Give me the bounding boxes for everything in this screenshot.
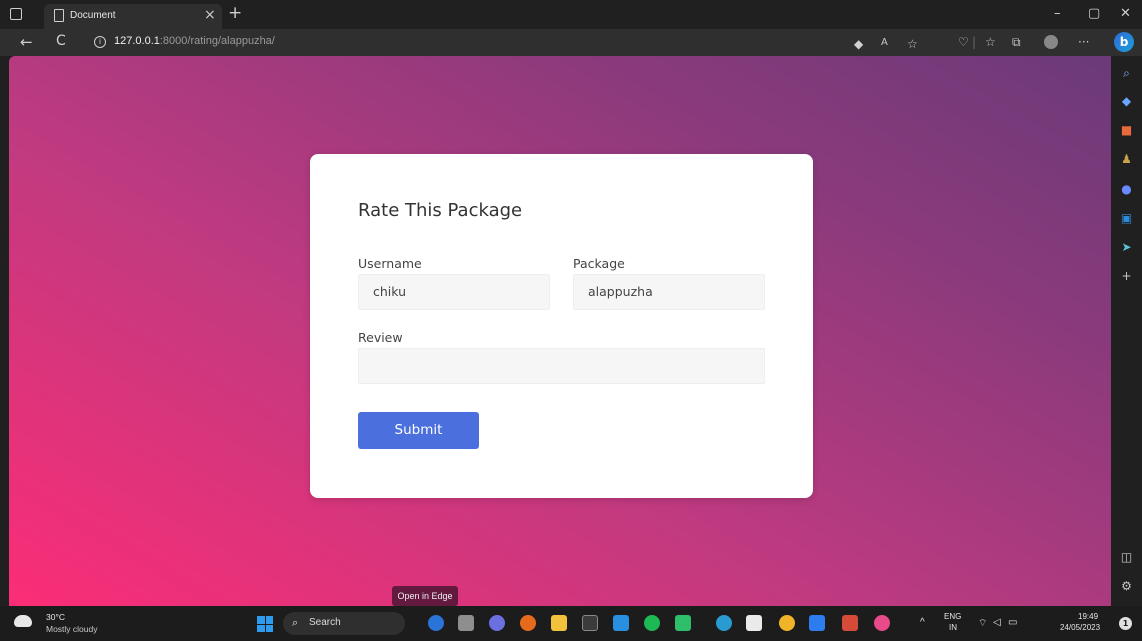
amazon-icon[interactable] (746, 615, 762, 631)
form-title: Rate This Package (358, 200, 523, 221)
rating-form-card: Rate This Package Username chiku Package… (310, 154, 813, 498)
close-window-button[interactable]: ✕ (1120, 6, 1131, 21)
chrome-icon[interactable] (779, 615, 795, 631)
start-button[interactable] (257, 616, 273, 632)
outlook-icon[interactable]: ▣ (1120, 212, 1133, 225)
package-label: Package (573, 256, 625, 271)
search-icon[interactable]: ⌕ (1120, 67, 1133, 80)
browser-title-bar: Document × + – ▢ ✕ (0, 0, 1142, 29)
browser-toolbar: ← C i 127.0.0.1:8000/rating/alappuzha/ ◆… (0, 29, 1142, 56)
new-tab-button[interactable]: + (228, 3, 242, 23)
profile-avatar[interactable] (1044, 35, 1058, 49)
submit-button[interactable]: Submit (358, 412, 479, 449)
copilot-icon[interactable]: ● (1120, 183, 1133, 196)
chrome-alt-icon[interactable] (874, 615, 890, 631)
review-field[interactable] (358, 348, 765, 384)
more-menu-icon[interactable]: ··· (1078, 35, 1089, 49)
refresh-button[interactable]: C (56, 33, 66, 49)
task-view-icon[interactable] (458, 615, 474, 631)
send-icon[interactable]: ➤ (1120, 241, 1133, 254)
windows-taskbar: 30°C Mostly cloudy ⌕ Search ^ ENG IN ⌔ ◁… (0, 606, 1142, 641)
page-icon (54, 9, 64, 22)
edge-sidebar: ⌕ ◆ ■ ♟ ● ▣ ➤ + ◫ ⚙ (1111, 56, 1142, 606)
powerpoint-icon[interactable] (842, 615, 858, 631)
taskbar-search-label: Search (309, 617, 341, 628)
review-label: Review (358, 330, 403, 345)
url-text: 127.0.0.1:8000/rating/alappuzha/ (114, 35, 275, 47)
battery-icon[interactable]: ▭ (1008, 617, 1017, 628)
edge-icon[interactable] (716, 615, 732, 631)
package-field[interactable]: alappuzha (573, 274, 765, 310)
collections-icon[interactable]: ⧉ (1012, 35, 1021, 50)
minimize-button[interactable]: – (1054, 6, 1061, 21)
file-explorer-icon[interactable] (551, 615, 567, 631)
search-icon: ⌕ (292, 616, 299, 629)
vscode-icon[interactable] (613, 615, 629, 631)
tray-overflow-icon[interactable]: ^ (920, 617, 925, 628)
username-field[interactable]: chiku (358, 274, 550, 310)
maximize-button[interactable]: ▢ (1088, 6, 1100, 21)
bing-copilot-icon[interactable]: b (1114, 32, 1134, 52)
tag-icon[interactable]: ◆ (1120, 95, 1133, 108)
address-bar[interactable]: i 127.0.0.1:8000/rating/alappuzha/ ◆ A ☆ (84, 31, 1030, 54)
cloud-icon[interactable] (14, 615, 32, 627)
taskbar-search[interactable]: ⌕ Search (283, 612, 405, 635)
language-region[interactable]: IN (949, 623, 957, 632)
wifi-icon[interactable]: ⌔ (978, 617, 987, 630)
tag-icon[interactable]: ◆ (854, 37, 863, 51)
clock-time[interactable]: 19:49 (1078, 612, 1098, 621)
pycharm-icon[interactable] (675, 615, 691, 631)
language-indicator[interactable]: ENG (944, 612, 961, 621)
spotify-icon[interactable] (644, 615, 660, 631)
split-screen-icon[interactable]: ◫ (1120, 551, 1133, 564)
teams-icon[interactable] (809, 615, 825, 631)
username-label: Username (358, 256, 422, 271)
weather-description[interactable]: Mostly cloudy (46, 624, 98, 634)
browser-tab[interactable]: Document × (44, 4, 222, 29)
chat-icon[interactable] (489, 615, 505, 631)
settings-icon[interactable]: ⚙ (1120, 580, 1133, 593)
read-aloud-icon[interactable]: A (881, 37, 888, 48)
bing-app-icon[interactable] (428, 615, 444, 631)
tab-actions-icon[interactable] (10, 8, 22, 20)
site-info-icon[interactable]: i (94, 36, 106, 48)
firefox-icon[interactable] (520, 615, 536, 631)
notification-badge[interactable]: 1 (1119, 617, 1132, 630)
toolbar-divider: | (972, 35, 977, 49)
add-icon[interactable]: + (1120, 270, 1133, 283)
clock-date[interactable]: 24/05/2023 (1060, 623, 1100, 632)
volume-icon[interactable]: ◁ (993, 617, 1001, 628)
weather-temperature[interactable]: 30°C (46, 612, 65, 622)
page-viewport: Rate This Package Username chiku Package… (9, 56, 1111, 606)
tab-title: Document (70, 10, 116, 21)
store-icon[interactable] (582, 615, 598, 631)
open-in-edge-tooltip: Open in Edge (392, 586, 458, 606)
people-icon[interactable]: ♟ (1120, 153, 1133, 166)
favorites-icon[interactable]: ☆ (985, 35, 996, 49)
browser-essentials-icon[interactable]: ♡ (958, 35, 969, 49)
close-tab-icon[interactable]: × (204, 7, 216, 23)
briefcase-icon[interactable]: ■ (1120, 124, 1133, 137)
back-button[interactable]: ← (20, 33, 33, 51)
favorite-star-icon[interactable]: ☆ (907, 37, 918, 51)
